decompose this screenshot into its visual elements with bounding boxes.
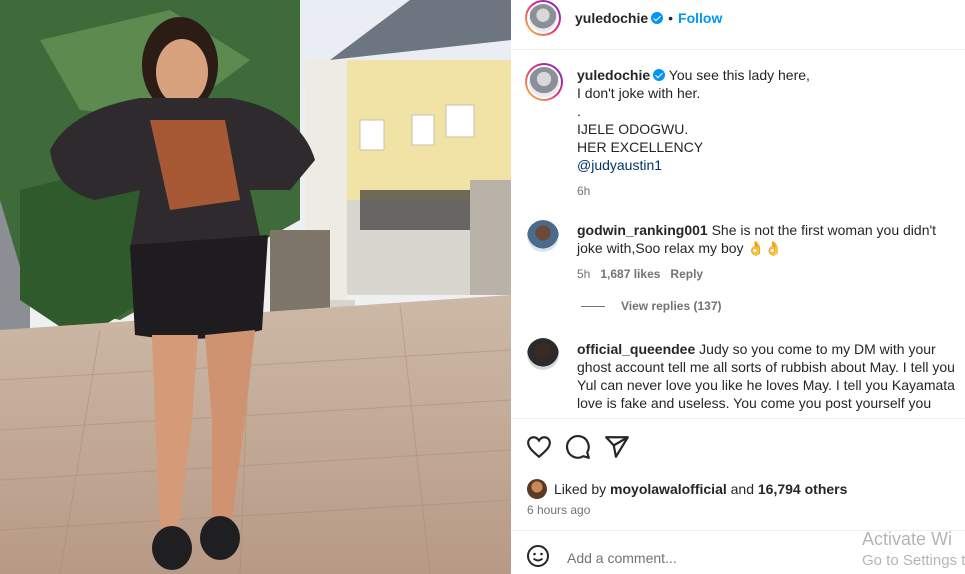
comment-meta: 5h 1,687 likes Reply xyxy=(577,265,961,283)
add-comment-input[interactable]: Add a comment... xyxy=(567,550,677,566)
likes-prefix: Liked by xyxy=(554,481,607,497)
watermark-line-2: Go to Settings t xyxy=(862,552,965,569)
header-author-line: yuledochie • Follow xyxy=(575,10,722,26)
post-header: yuledochie • Follow xyxy=(511,0,965,50)
verified-icon xyxy=(651,12,664,24)
comment-likes[interactable]: 1,687 likes xyxy=(600,267,660,281)
emoji-icon[interactable] xyxy=(526,544,550,568)
post-image xyxy=(0,0,511,574)
post-caption: yuledochie You see this lady here, I don… xyxy=(577,66,957,200)
heart-icon[interactable] xyxy=(526,434,552,460)
view-replies-label: View replies (137) xyxy=(621,299,722,313)
comment-username[interactable]: godwin_ranking001 xyxy=(577,222,708,238)
post-details-panel: yuledochie • Follow yuledochie You see t… xyxy=(511,0,965,574)
post-timestamp[interactable]: 6 hours ago xyxy=(527,503,590,517)
separator-dot: • xyxy=(668,10,674,26)
commenter-avatar[interactable] xyxy=(527,220,559,252)
comment-item: godwin_ranking001 She is not the first w… xyxy=(577,221,961,283)
header-username[interactable]: yuledochie xyxy=(575,10,648,26)
caption-username[interactable]: yuledochie xyxy=(577,67,650,83)
comment-username[interactable]: official_queendee xyxy=(577,341,695,357)
likes-others-count[interactable]: 16,794 others xyxy=(758,481,848,497)
author-avatar[interactable] xyxy=(525,0,561,36)
comment-item: official_queendee Judy so you come to my… xyxy=(577,340,961,418)
caption-line: IJELE ODOGWU. xyxy=(577,121,689,137)
share-icon[interactable] xyxy=(604,434,630,460)
comment-time[interactable]: 5h xyxy=(577,267,590,281)
caption-line: . xyxy=(577,103,581,119)
comment-icon[interactable] xyxy=(565,434,591,460)
view-replies-button[interactable]: View replies (137) xyxy=(581,299,722,313)
caption-time[interactable]: 6h xyxy=(577,182,957,200)
comment-reply-button[interactable]: Reply xyxy=(670,267,703,281)
caption-avatar[interactable] xyxy=(525,63,563,101)
divider-line xyxy=(581,305,605,307)
activate-windows-watermark: Activate Wi Go to Settings t xyxy=(862,528,965,572)
watermark-line-1: Activate Wi xyxy=(862,529,953,549)
post-photo[interactable] xyxy=(0,0,511,574)
caption-line: I don't joke with her. xyxy=(577,85,701,101)
caption-mention-link[interactable]: @judyaustin1 xyxy=(577,156,957,174)
comments-scroll-area[interactable]: yuledochie You see this lady here, I don… xyxy=(511,50,965,418)
follow-button[interactable]: Follow xyxy=(678,10,722,26)
caption-line: HER EXCELLENCY xyxy=(577,139,704,155)
post-actions: Liked by moyolawalofficial and 16,794 ot… xyxy=(511,418,965,530)
liker-avatar[interactable] xyxy=(527,479,547,499)
likes-summary: Liked by moyolawalofficial and 16,794 ot… xyxy=(527,479,847,499)
liker-username[interactable]: moyolawalofficial xyxy=(610,481,727,497)
commenter-avatar[interactable] xyxy=(527,338,559,370)
verified-icon xyxy=(653,69,666,81)
caption-line: You see this lady here, xyxy=(668,67,810,83)
likes-and: and xyxy=(730,481,754,497)
